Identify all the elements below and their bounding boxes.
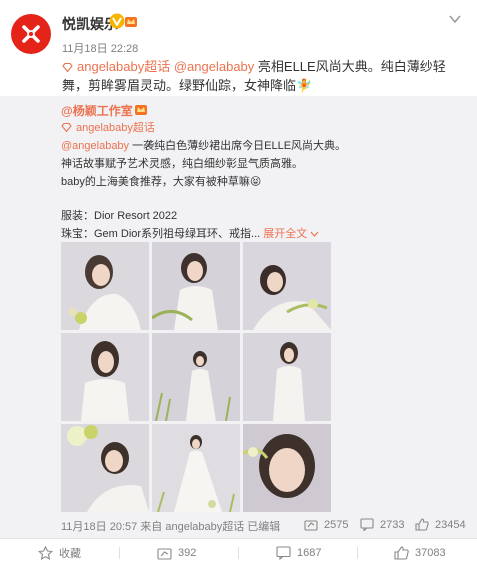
photo-6[interactable] — [243, 333, 331, 421]
author-avatar[interactable] — [11, 14, 51, 54]
repost-button-count: 392 — [178, 546, 197, 559]
logo-icon — [22, 25, 40, 43]
tongue-emoji: 😝 — [249, 176, 262, 188]
favorite-button[interactable]: 收藏 — [38, 539, 81, 566]
divider — [238, 547, 239, 559]
post-text: angelababy超话 @angelababy 亮相ELLE风尚大典。纯白薄纱… — [62, 57, 467, 95]
repost-icon — [157, 547, 172, 560]
topic-link[interactable]: angelababy超话 — [62, 59, 170, 74]
super-topic-diamond-icon — [61, 123, 72, 132]
repost-icon — [304, 520, 318, 531]
comment-icon — [276, 545, 291, 560]
chevron-down-icon — [310, 231, 319, 237]
photo-7[interactable] — [61, 424, 149, 512]
like-button-count: 37083 — [415, 546, 446, 559]
like-button[interactable]: 37083 — [394, 539, 446, 566]
post-header: 悦凯娱乐 11月18日 22:28 angelababy超话 @angelaba… — [0, 0, 477, 96]
repost-line-4: 服装：Dior Resort 2022 — [61, 210, 178, 222]
comment-button[interactable]: 1687 — [276, 539, 321, 566]
expand-label: 展开全文 — [263, 228, 308, 240]
repost-line-5: 珠宝：Gem Dior系列祖母绿耳环、戒指... — [61, 228, 261, 240]
topic-link[interactable]: angelababy超话 — [61, 122, 155, 134]
photo-4[interactable] — [61, 333, 149, 421]
comment-button-count: 1687 — [297, 546, 322, 559]
repost-stat-like[interactable]: 23454 — [415, 518, 466, 531]
photo-8[interactable] — [152, 424, 240, 512]
action-bar: 收藏 392 1687 37083 — [0, 538, 477, 566]
repost-author[interactable]: @杨颖工作室 — [61, 102, 133, 119]
repost-stat-repost[interactable]: 2575 — [304, 518, 348, 531]
divider — [119, 547, 120, 559]
photo-1[interactable] — [61, 242, 149, 330]
comment-count: 2733 — [380, 518, 405, 531]
comment-icon — [360, 518, 374, 531]
vip-crown-icon — [135, 105, 147, 115]
repost-meta[interactable]: 11月18日 20:57 来自 angelababy超话 已编辑 — [61, 518, 280, 534]
photo-2[interactable] — [152, 242, 240, 330]
repost-button[interactable]: 392 — [157, 539, 196, 566]
photo-9[interactable] — [243, 424, 331, 512]
verified-icon — [109, 13, 125, 29]
star-icon — [38, 545, 53, 560]
mention-link[interactable]: @angelababy — [61, 140, 129, 152]
fairy-emoji: 🧚 — [296, 78, 313, 93]
mention-link[interactable]: @angelababy — [174, 59, 254, 74]
photo-5[interactable] — [152, 333, 240, 421]
repost-card: @杨颖工作室 angelababy超话 @angelababy 一袭纯白色薄纱裙… — [0, 96, 477, 538]
topic-label: angelababy超话 — [77, 59, 171, 74]
photo-3[interactable] — [243, 242, 331, 330]
like-count: 23454 — [435, 518, 466, 531]
topic-label: angelababy超话 — [76, 122, 155, 134]
repost-text: angelababy超话 @angelababy 一袭纯白色薄纱裙出席今日ELL… — [61, 119, 466, 243]
expand-link[interactable]: 展开全文 — [263, 228, 319, 240]
repost-line-3: baby的上海美食推荐，大家有被种草嘛 — [61, 176, 250, 188]
chevron-down-icon[interactable] — [449, 14, 461, 24]
thumbs-up-icon — [415, 518, 429, 531]
favorite-label: 收藏 — [59, 547, 81, 560]
vip-crown-icon — [125, 17, 137, 27]
post-timestamp[interactable]: 11月18日 22:28 — [62, 40, 138, 56]
repost-line-2: 神话故事赋予艺术灵感，纯白细纱彰显气质高雅。 — [61, 158, 303, 170]
super-topic-diamond-icon — [62, 63, 73, 72]
repost-count: 2575 — [324, 518, 349, 531]
thumbs-up-icon — [394, 545, 409, 560]
divider — [357, 547, 358, 559]
repost-stat-comment[interactable]: 2733 — [360, 518, 404, 531]
repost-line-1: 一袭纯白色薄纱裙出席今日ELLE风尚大典。 — [129, 140, 347, 152]
